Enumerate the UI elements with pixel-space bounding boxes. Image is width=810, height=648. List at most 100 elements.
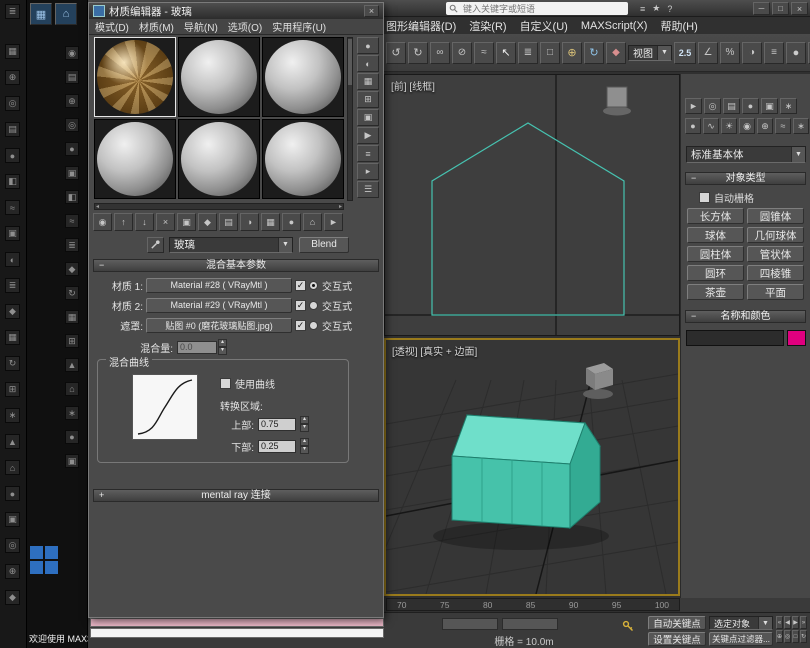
dock-tool-icon[interactable]: ▤ xyxy=(5,122,20,137)
material-tool-icon[interactable]: ◑ xyxy=(240,213,259,231)
material1-interactive-radio[interactable] xyxy=(309,280,318,290)
category-icon[interactable]: ● xyxy=(685,118,701,134)
redo-icon[interactable]: ↻ xyxy=(408,41,428,64)
select-and-move-icon[interactable]: ⊕ xyxy=(562,41,582,64)
titlebar-icon[interactable]: ★ xyxy=(652,3,660,14)
bind-to-space-warp-icon[interactable]: ≈ xyxy=(474,41,494,64)
panel-tab-icon[interactable]: ● xyxy=(742,98,759,114)
material2-button[interactable]: Material #29 ( VRayMtl ) xyxy=(146,297,292,313)
slot-scrollbar-vertical[interactable] xyxy=(347,37,353,201)
mirror-icon[interactable]: ◑ xyxy=(742,41,762,64)
close-icon[interactable]: × xyxy=(791,2,808,15)
object-type-rollout[interactable]: − 对象类型 xyxy=(685,172,806,185)
dock-tool-icon[interactable]: ◎ xyxy=(5,538,20,553)
material-tool-icon[interactable]: ⊞ xyxy=(357,91,379,108)
dock-tool-icon[interactable]: ≈ xyxy=(65,214,79,228)
menu-item[interactable]: 自定义(U) xyxy=(520,18,568,34)
dock-tool-icon[interactable]: ● xyxy=(5,486,20,501)
material-tool-icon[interactable]: ◆ xyxy=(198,213,217,231)
object-type-button[interactable]: 长方体 xyxy=(687,208,744,224)
material-tool-icon[interactable]: ▦ xyxy=(357,73,379,90)
key-filters-button[interactable]: 关键点过滤器... xyxy=(709,632,773,646)
dock-tool-icon[interactable]: ▣ xyxy=(5,226,20,241)
unlink-selection-icon[interactable]: ⊘ xyxy=(452,41,472,64)
angle-snap-icon[interactable]: ∠ xyxy=(698,41,718,64)
material-tool-icon[interactable]: ▤ xyxy=(219,213,238,231)
material-slot[interactable] xyxy=(262,119,344,199)
material-tool-icon[interactable]: ▸ xyxy=(357,163,379,180)
material1-enable-checkbox[interactable]: ✓ xyxy=(295,279,306,291)
object-type-button[interactable]: 圆锥体 xyxy=(747,208,804,224)
reference-coordinate-dropdown[interactable]: 视图 ▼ xyxy=(628,44,672,61)
material2-interactive-radio[interactable] xyxy=(309,300,318,310)
dock-tool-icon[interactable]: ● xyxy=(65,430,79,444)
name-color-rollout[interactable]: − 名称和颜色 xyxy=(685,310,806,323)
keyboard-override-icon[interactable] xyxy=(622,619,634,637)
dock-tool-icon[interactable]: ◉ xyxy=(65,46,79,60)
material2-enable-checkbox[interactable]: ✓ xyxy=(295,299,306,311)
mask-enable-checkbox[interactable]: ✓ xyxy=(295,319,306,331)
select-object-icon[interactable]: ↖ xyxy=(496,41,516,64)
material-tool-icon[interactable]: ● xyxy=(357,37,379,54)
dock-tool-icon[interactable]: ≣ xyxy=(65,238,79,252)
material-tool-icon[interactable]: ⌂ xyxy=(303,213,322,231)
material-editor-titlebar[interactable]: 材质编辑器 - 玻璃 × xyxy=(89,3,383,19)
material-tool-icon[interactable]: ▶ xyxy=(357,127,379,144)
mini-listener-strip[interactable] xyxy=(90,628,384,638)
scroll-left-icon[interactable]: ◂ xyxy=(96,203,99,210)
object-type-button[interactable]: 平面 xyxy=(747,284,804,300)
dock-tool-icon[interactable]: ⌂ xyxy=(65,382,79,396)
scroll-right-icon[interactable]: ▸ xyxy=(339,203,342,210)
select-by-name-icon[interactable]: ≣ xyxy=(518,41,538,64)
panel-tab-icon[interactable]: ∗ xyxy=(780,98,797,114)
menu-item[interactable]: 帮助(H) xyxy=(660,18,697,34)
viewport-perspective[interactable]: [透视] [真实 + 边面] xyxy=(365,338,680,596)
app-icon[interactable]: ▦ xyxy=(30,3,52,25)
set-key-button[interactable]: 设置关键点 xyxy=(648,632,706,646)
dock-tool-icon[interactable]: ▣ xyxy=(65,166,79,180)
dock-tool-icon[interactable]: ◎ xyxy=(5,96,20,111)
object-type-button[interactable]: 几何球体 xyxy=(747,227,804,243)
panel-tab-icon[interactable]: ▤ xyxy=(723,98,740,114)
upper-spinner[interactable]: ▴ ▾ xyxy=(300,416,309,432)
mask-map-button[interactable]: 贴图 #0 (磨花玻璃贴图.jpg) xyxy=(146,317,292,333)
align-icon[interactable]: ≡ xyxy=(764,41,784,64)
object-color-swatch[interactable] xyxy=(787,330,806,346)
use-curve-checkbox[interactable] xyxy=(220,378,231,389)
viewport-perspective-label[interactable]: [透视] [真实 + 边面] xyxy=(392,343,477,358)
dock-tool-icon[interactable]: ● xyxy=(5,148,20,163)
select-and-link-icon[interactable]: ∞ xyxy=(430,41,450,64)
key-mode-dropdown[interactable]: 选定对象 ▼ xyxy=(709,616,773,630)
category-icon[interactable]: ◉ xyxy=(739,118,755,134)
material-slot[interactable] xyxy=(94,37,176,117)
dock-tool-icon[interactable]: ⌂ xyxy=(5,460,20,475)
mental-ray-rollout[interactable]: + mental ray 连接 xyxy=(93,489,379,502)
object-type-button[interactable]: 球体 xyxy=(687,227,744,243)
auto-key-button[interactable]: 自动关键点 xyxy=(648,616,706,630)
dock-tool-icon[interactable]: ▤ xyxy=(65,70,79,84)
material-tool-icon[interactable]: ↓ xyxy=(135,213,154,231)
app-icon[interactable]: ⌂ xyxy=(55,3,77,25)
search-input[interactable] xyxy=(461,2,625,15)
track-bar[interactable]: 70 75 80 85 90 95 100 xyxy=(386,598,680,611)
dock-tool-icon[interactable]: ● xyxy=(65,142,79,156)
dock-tool-icon[interactable]: ◎ xyxy=(65,118,79,132)
viewport-nav-icon[interactable]: ◎ xyxy=(784,630,791,643)
dock-tool-icon[interactable]: ≣ xyxy=(5,278,20,293)
material-type-button[interactable]: Blend xyxy=(299,236,349,253)
dock-tool-icon[interactable]: ▣ xyxy=(65,454,79,468)
material-tool-icon[interactable]: ↑ xyxy=(114,213,133,231)
menu-item[interactable]: MAXScript(X) xyxy=(581,20,648,32)
object-type-button[interactable]: 茶壶 xyxy=(687,284,744,300)
viewport-nav-icon[interactable]: ↻ xyxy=(800,630,807,643)
viewport-nav-icon[interactable]: □ xyxy=(792,630,799,643)
status-field-2[interactable] xyxy=(502,618,558,630)
viewport-nav-icon[interactable]: ◀ xyxy=(784,616,791,629)
material-tool-icon[interactable]: ☰ xyxy=(357,181,379,198)
material-slot[interactable] xyxy=(262,37,344,117)
dock-tool-icon[interactable]: ▲ xyxy=(5,434,20,449)
menu-item[interactable]: 实用程序(U) xyxy=(272,19,326,34)
dock-tool-icon[interactable]: ◆ xyxy=(5,590,20,605)
scene-object-box[interactable] xyxy=(603,86,631,116)
close-icon[interactable]: × xyxy=(364,5,379,17)
